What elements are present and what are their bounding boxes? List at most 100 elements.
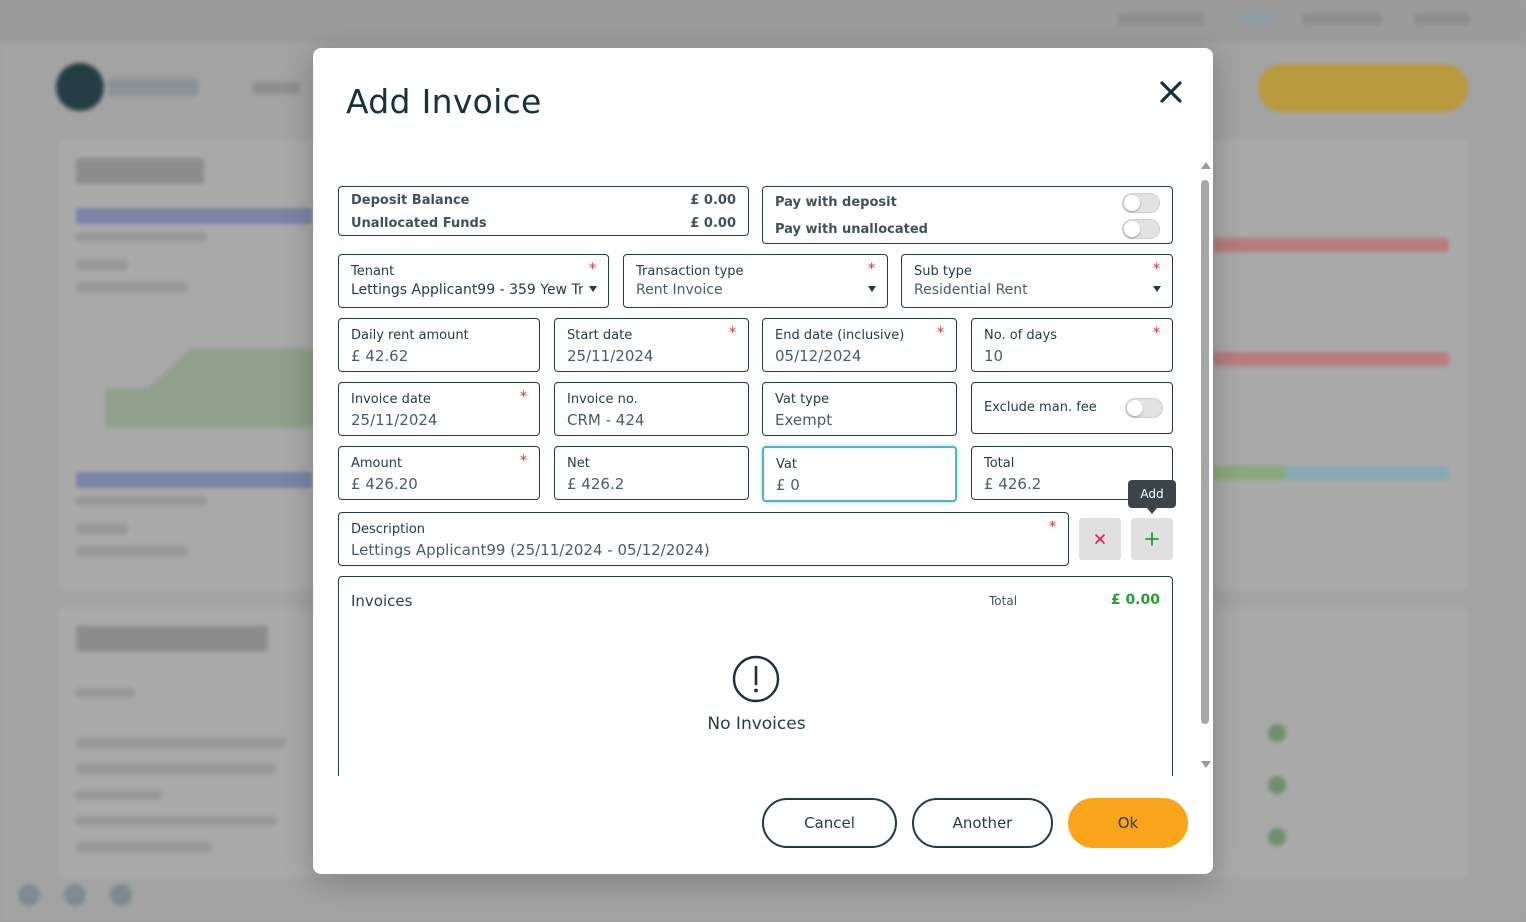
- bg-top-link: [1414, 13, 1470, 25]
- start-date-label: Start date: [567, 328, 633, 343]
- start-date-field[interactable]: Start date * 25/11/2024: [554, 318, 749, 372]
- bg-line: [76, 282, 188, 292]
- daily-rent-amount-label: Daily rent amount: [351, 328, 469, 343]
- bg-bar: [1285, 466, 1449, 480]
- clear-button[interactable]: [1079, 518, 1121, 560]
- description-field[interactable]: Description * Lettings Applicant99 (25/1…: [338, 512, 1069, 566]
- bg-dot: [1268, 776, 1286, 794]
- unallocated-funds-row: Unallocated Funds £ 0.00: [351, 216, 736, 231]
- bg-line: [76, 546, 188, 556]
- amount-value: £ 426.20: [351, 475, 418, 493]
- pay-with-unallocated-row: Pay with unallocated: [775, 222, 1160, 237]
- chevron-down-icon: [589, 286, 597, 292]
- cancel-button[interactable]: Cancel: [762, 798, 897, 848]
- vat-value: £ 0: [776, 476, 800, 494]
- pay-with-deposit-row: Pay with deposit: [775, 195, 1160, 210]
- pay-with-unallocated-toggle[interactable]: [1122, 219, 1160, 239]
- chevron-down-icon: [1153, 286, 1161, 292]
- add-tooltip: Add: [1128, 480, 1176, 514]
- bg-line: [76, 842, 212, 852]
- scroll-down-arrow-icon[interactable]: [1201, 761, 1211, 768]
- required-marker: *: [729, 325, 736, 341]
- bg-bottom-icon: [110, 884, 132, 906]
- invoices-panel: Invoices Total £ 0.00 No Invoices: [338, 576, 1173, 776]
- transaction-type-value: Rent Invoice: [636, 282, 723, 298]
- bg-top-link: [1238, 13, 1274, 25]
- invoice-date-label: Invoice date: [351, 392, 431, 407]
- unallocated-funds-label: Unallocated Funds: [351, 216, 487, 231]
- modal-title: Add Invoice: [346, 82, 542, 121]
- bg-line: [76, 764, 276, 774]
- unallocated-funds-value: £ 0.00: [690, 216, 736, 231]
- end-date-field[interactable]: End date (inclusive) * 05/12/2024: [762, 318, 957, 372]
- no-of-days-label: No. of days: [984, 328, 1058, 343]
- sub-type-value: Residential Rent: [914, 282, 1028, 298]
- vat-type-field[interactable]: Vat type Exempt: [762, 382, 957, 436]
- daily-rent-amount-field[interactable]: Daily rent amount £ 42.62: [338, 318, 540, 372]
- bg-bar: [1213, 352, 1449, 366]
- no-of-days-value: 10: [984, 347, 1004, 365]
- amount-label: Amount: [351, 456, 403, 471]
- required-marker: *: [1153, 261, 1160, 277]
- daily-rent-amount-value: £ 42.62: [351, 347, 409, 365]
- invoice-date-value: 25/11/2024: [351, 411, 438, 429]
- description-label: Description: [351, 522, 426, 537]
- required-marker: *: [589, 261, 596, 277]
- bg-link: [76, 208, 312, 224]
- scroll-thumb[interactable]: [1201, 180, 1209, 724]
- vat-type-label: Vat type: [775, 392, 830, 407]
- add-invoice-line-button[interactable]: [1131, 518, 1173, 560]
- required-marker: *: [520, 453, 527, 469]
- invoice-date-field[interactable]: Invoice date * 25/11/2024: [338, 382, 540, 436]
- vat-type-value: Exempt: [775, 411, 833, 429]
- no-of-days-field[interactable]: No. of days * 10: [971, 318, 1173, 372]
- bg-topbar: [0, 0, 1526, 42]
- bg-bar: [1213, 238, 1449, 252]
- description-value: Lettings Applicant99 (25/11/2024 - 05/12…: [351, 541, 710, 559]
- exclude-man-fee-label: Exclude man. fee: [984, 400, 1097, 415]
- close-icon: [1095, 534, 1105, 544]
- invoices-total-label: Total: [989, 594, 1018, 608]
- bg-bar: [1213, 466, 1285, 480]
- invoice-no-label: Invoice no.: [567, 392, 638, 407]
- exclude-man-fee-toggle[interactable]: [1125, 398, 1163, 418]
- bg-top-link: [1118, 13, 1204, 25]
- close-button[interactable]: [1155, 76, 1187, 108]
- bg-heading: [76, 626, 268, 652]
- sub-type-select[interactable]: Sub type * Residential Rent: [901, 254, 1173, 308]
- exclamation-circle-icon: [732, 655, 780, 703]
- deposit-balance-value: £ 0.00: [690, 193, 736, 208]
- scroll-up-arrow-icon[interactable]: [1201, 162, 1211, 169]
- transaction-type-label: Transaction type: [636, 264, 744, 279]
- balances-panel: Deposit Balance £ 0.00 Unallocated Funds…: [338, 186, 749, 236]
- exclude-man-fee-option: Exclude man. fee: [971, 382, 1173, 434]
- bg-heading: [76, 158, 204, 184]
- invoices-title: Invoices: [351, 592, 413, 610]
- pay-with-deposit-label: Pay with deposit: [775, 195, 897, 210]
- add-invoice-modal: Add Invoice Deposit Balance £ 0.00 Unall…: [313, 48, 1213, 874]
- bg-line: [76, 232, 206, 242]
- bg-line: [76, 738, 286, 748]
- bg-dot: [1268, 828, 1286, 846]
- vat-field[interactable]: Vat £ 0: [762, 446, 957, 502]
- pay-with-deposit-toggle[interactable]: [1122, 193, 1160, 213]
- tenant-select[interactable]: Tenant * Lettings Applicant99 - 359 Yew …: [338, 254, 609, 308]
- transaction-type-select[interactable]: Transaction type * Rent Invoice: [623, 254, 888, 308]
- required-marker: *: [1049, 519, 1056, 535]
- amount-field[interactable]: Amount * £ 426.20: [338, 446, 540, 500]
- bg-line: [76, 816, 276, 826]
- invoices-total-value: £ 0.00: [1110, 592, 1160, 608]
- total-label: Total: [984, 456, 1015, 471]
- ok-button[interactable]: Ok: [1068, 798, 1188, 848]
- required-marker: *: [520, 389, 527, 405]
- bg-line: [76, 524, 128, 534]
- modal-scrollbar[interactable]: [1200, 162, 1211, 768]
- required-marker: *: [937, 325, 944, 341]
- tenant-label: Tenant: [351, 264, 395, 279]
- invoice-no-field[interactable]: Invoice no. CRM - 424: [554, 382, 749, 436]
- bg-logo-text: [108, 78, 198, 96]
- end-date-value: 05/12/2024: [775, 347, 862, 365]
- pay-with-unallocated-label: Pay with unallocated: [775, 222, 928, 237]
- another-button[interactable]: Another: [912, 798, 1053, 848]
- net-field[interactable]: Net £ 426.2: [554, 446, 749, 500]
